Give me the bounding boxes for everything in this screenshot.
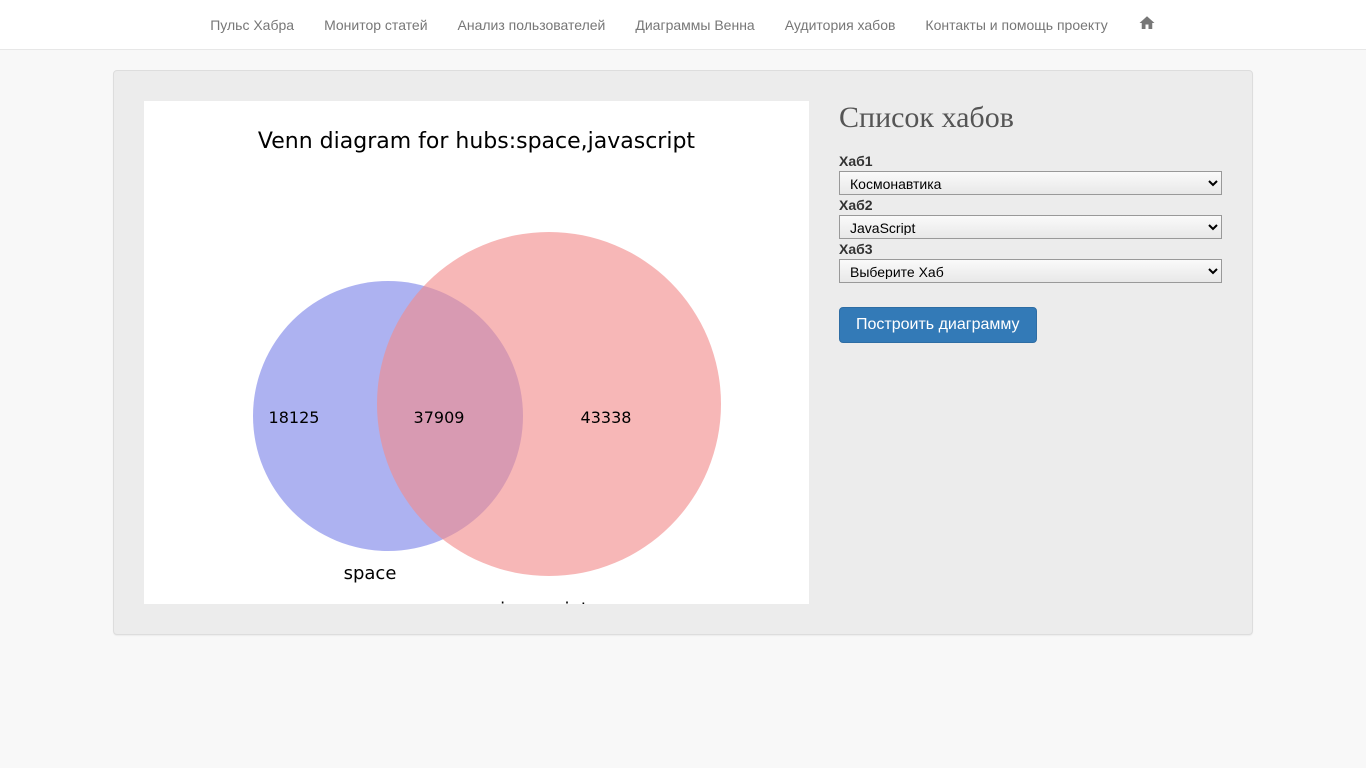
hub3-label: Хаб3 [839, 241, 1222, 257]
top-navbar: Пульс Хабра Монитор статей Анализ пользо… [0, 0, 1366, 50]
nav-pulse[interactable]: Пульс Хабра [195, 2, 309, 48]
venn-value-space-only: 18125 [269, 408, 320, 427]
venn-value-javascript-only: 43338 [581, 408, 632, 427]
venn-circle-javascript [377, 232, 721, 576]
hub2-group: Хаб2 JavaScript [839, 197, 1222, 239]
venn-label-space: space [344, 563, 397, 584]
hub3-select[interactable]: Выберите Хаб [839, 259, 1222, 283]
venn-chart: Venn diagram for hubs:space,javascript 1… [144, 101, 809, 604]
hub1-group: Хаб1 Космонавтика [839, 153, 1222, 195]
nav-contacts[interactable]: Контакты и помощь проекту [910, 2, 1122, 48]
main-panel: Venn diagram for hubs:space,javascript 1… [113, 70, 1253, 635]
nav-list: Пульс Хабра Монитор статей Анализ пользо… [195, 0, 1171, 50]
sidebar: Список хабов Хаб1 Космонавтика Хаб2 Java… [839, 101, 1222, 604]
hub1-label: Хаб1 [839, 153, 1222, 169]
hub3-group: Хаб3 Выберите Хаб [839, 241, 1222, 283]
main-container: Venn diagram for hubs:space,javascript 1… [113, 70, 1253, 635]
hub1-select[interactable]: Космонавтика [839, 171, 1222, 195]
nav-monitor[interactable]: Монитор статей [309, 2, 442, 48]
hub2-label: Хаб2 [839, 197, 1222, 213]
hub2-select[interactable]: JavaScript [839, 215, 1222, 239]
nav-user-analysis[interactable]: Анализ пользователей [443, 2, 621, 48]
home-icon[interactable] [1123, 0, 1171, 50]
sidebar-title: Список хабов [839, 101, 1222, 135]
venn-value-intersection: 37909 [414, 408, 465, 427]
venn-label-javascript: javascript [499, 599, 588, 604]
venn-svg: 18125 37909 43338 space javascript [144, 101, 809, 604]
nav-venn[interactable]: Диаграммы Венна [620, 2, 769, 48]
build-diagram-button[interactable]: Построить диаграмму [839, 307, 1037, 343]
nav-hub-audience[interactable]: Аудитория хабов [770, 2, 911, 48]
